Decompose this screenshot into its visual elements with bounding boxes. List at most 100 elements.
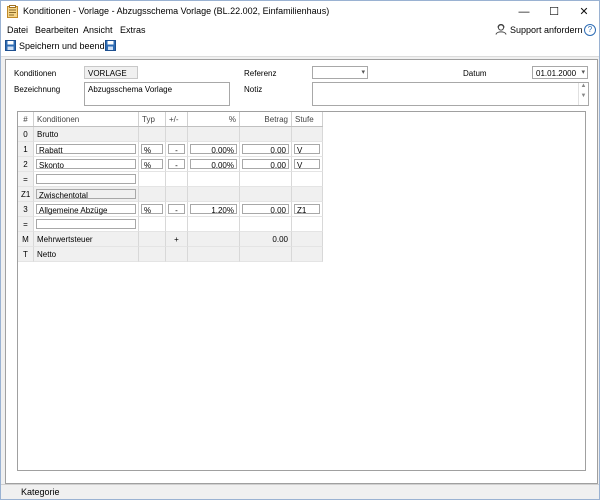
- cell-text-name: Mehrwertsteuer: [37, 235, 93, 244]
- cell-text-stufe: [292, 172, 322, 175]
- datum-picker[interactable]: 01.01.2000 ▾: [532, 66, 588, 79]
- cell-input-name[interactable]: Allgemeine Abzüge: [36, 204, 136, 215]
- cell-input-name[interactable]: Zwischentotal: [36, 189, 136, 200]
- title-bar[interactable]: Konditionen - Vorlage - Abzugsschema Vor…: [1, 1, 599, 22]
- table-row[interactable]: Z1 Zwischentotal: [18, 187, 323, 202]
- table-row[interactable]: M Mehrwertsteuer +0.00: [18, 232, 323, 247]
- cell-input-pct[interactable]: 1.20%: [190, 204, 237, 215]
- bezeichnung-input[interactable]: Abzugsschema Vorlage: [84, 82, 230, 106]
- notiz-scrollbar[interactable]: ▲ ▼: [578, 83, 588, 105]
- header-percent[interactable]: %: [188, 112, 240, 126]
- save-button[interactable]: [105, 40, 116, 51]
- close-button[interactable]: ✕: [569, 1, 599, 22]
- cell-sign[interactable]: -: [166, 142, 188, 157]
- cell-text-num: Z1: [21, 190, 31, 199]
- cell-input-sign[interactable]: -: [168, 159, 185, 170]
- cell-betrag[interactable]: 0.00: [240, 142, 292, 157]
- table-row[interactable]: T Netto: [18, 247, 323, 262]
- cell-input-stufe[interactable]: V: [294, 144, 320, 155]
- cell-input-name[interactable]: [36, 219, 136, 229]
- cell-stufe[interactable]: V: [292, 142, 323, 157]
- cell-name[interactable]: Rabatt: [34, 142, 139, 157]
- maximize-icon: ☐: [549, 6, 559, 18]
- header-typ[interactable]: Typ: [139, 112, 166, 126]
- cell-input-pct[interactable]: 0.00%: [190, 159, 237, 170]
- table-row[interactable]: 2 Skonto% -0.00% 0.00 V: [18, 157, 323, 172]
- table-row[interactable]: 3 Allgemeine Abzüge% -1.20% 0.00 Z1: [18, 202, 323, 217]
- cell-stufe: [292, 247, 323, 262]
- cell-input-name[interactable]: Rabatt: [36, 144, 136, 155]
- referenz-select[interactable]: ▾: [312, 66, 368, 79]
- cell-text-betrag: [240, 217, 291, 220]
- header-stufe[interactable]: Stufe: [292, 112, 323, 126]
- notiz-textarea[interactable]: ▲ ▼: [312, 82, 589, 106]
- cell-input-typ[interactable]: %: [141, 204, 163, 215]
- help-button[interactable]: ?: [584, 24, 596, 36]
- cell-betrag: [240, 247, 292, 262]
- calendar-dropdown-icon: ▾: [581, 69, 585, 76]
- cell-input-name[interactable]: [36, 174, 136, 184]
- menu-extras[interactable]: Extras: [120, 25, 146, 35]
- cell-typ[interactable]: %: [139, 142, 166, 157]
- table-row[interactable]: =: [18, 217, 323, 232]
- cell-sign: [166, 187, 188, 202]
- cell-betrag[interactable]: 0.00: [240, 202, 292, 217]
- cell-pct: [188, 247, 240, 262]
- cell-name[interactable]: Zwischentotal: [34, 187, 139, 202]
- cell-name[interactable]: [34, 217, 139, 232]
- table-row[interactable]: 0 Brutto: [18, 127, 323, 142]
- close-icon: ✕: [579, 6, 589, 18]
- cell-input-betrag[interactable]: 0.00: [242, 204, 289, 215]
- menu-ansicht[interactable]: Ansicht: [83, 25, 113, 35]
- header-sign[interactable]: +/-: [166, 112, 188, 126]
- cell-text-typ: [139, 217, 165, 220]
- cell-text-betrag: [240, 172, 291, 175]
- cell-sign: [166, 247, 188, 262]
- table-row[interactable]: 1 Rabatt% -0.00% 0.00 V: [18, 142, 323, 157]
- cell-input-typ[interactable]: %: [141, 144, 163, 155]
- konditionen-panel: Konditionen VORLAGE Bezeichnung Abzugssc…: [5, 59, 598, 484]
- cell-input-sign[interactable]: -: [168, 144, 185, 155]
- cell-name[interactable]: Allgemeine Abzüge: [34, 202, 139, 217]
- cell-name[interactable]: [34, 172, 139, 187]
- cell-betrag[interactable]: 0.00: [240, 157, 292, 172]
- cell-input-sign[interactable]: -: [168, 204, 185, 215]
- support-button[interactable]: Support anfordern: [495, 24, 583, 35]
- cell-stufe: [292, 127, 323, 142]
- cell-betrag: [240, 187, 292, 202]
- cell-input-pct[interactable]: 0.00%: [190, 144, 237, 155]
- cell-text-num: 3: [23, 205, 28, 214]
- minimize-button[interactable]: —: [509, 1, 539, 22]
- cell-input-typ[interactable]: %: [141, 159, 163, 170]
- cell-pct[interactable]: 0.00%: [188, 157, 240, 172]
- table-row[interactable]: =: [18, 172, 323, 187]
- cell-pct[interactable]: 1.20%: [188, 202, 240, 217]
- menu-datei[interactable]: Datei: [7, 25, 28, 35]
- cell-name[interactable]: Skonto: [34, 157, 139, 172]
- cell-text-typ: [139, 127, 165, 130]
- menu-bearbeiten[interactable]: Bearbeiten: [35, 25, 79, 35]
- cell-typ[interactable]: %: [139, 157, 166, 172]
- cell-input-name[interactable]: Skonto: [36, 159, 136, 170]
- cell-stufe: [292, 172, 323, 187]
- save-and-close-button[interactable]: Speichern und beenden: [5, 40, 115, 51]
- cell-stufe[interactable]: V: [292, 157, 323, 172]
- kategorie-label[interactable]: Kategorie: [21, 487, 60, 497]
- cell-typ[interactable]: %: [139, 202, 166, 217]
- cell-text-pct: [188, 172, 239, 175]
- cell-sign[interactable]: -: [166, 202, 188, 217]
- header-num[interactable]: #: [18, 112, 34, 126]
- grid-header-row: # Konditionen Typ +/- % Betrag Stufe: [18, 112, 323, 127]
- header-konditionen[interactable]: Konditionen: [34, 112, 139, 126]
- maximize-button[interactable]: ☐: [539, 1, 569, 22]
- cell-sign[interactable]: -: [166, 157, 188, 172]
- cell-num: M: [18, 232, 34, 247]
- cell-num: Z1: [18, 187, 34, 202]
- cell-input-stufe[interactable]: Z1: [294, 204, 320, 215]
- cell-pct[interactable]: 0.00%: [188, 142, 240, 157]
- cell-stufe[interactable]: Z1: [292, 202, 323, 217]
- cell-input-betrag[interactable]: 0.00: [242, 144, 289, 155]
- cell-input-stufe[interactable]: V: [294, 159, 320, 170]
- cell-input-betrag[interactable]: 0.00: [242, 159, 289, 170]
- header-betrag[interactable]: Betrag: [240, 112, 292, 126]
